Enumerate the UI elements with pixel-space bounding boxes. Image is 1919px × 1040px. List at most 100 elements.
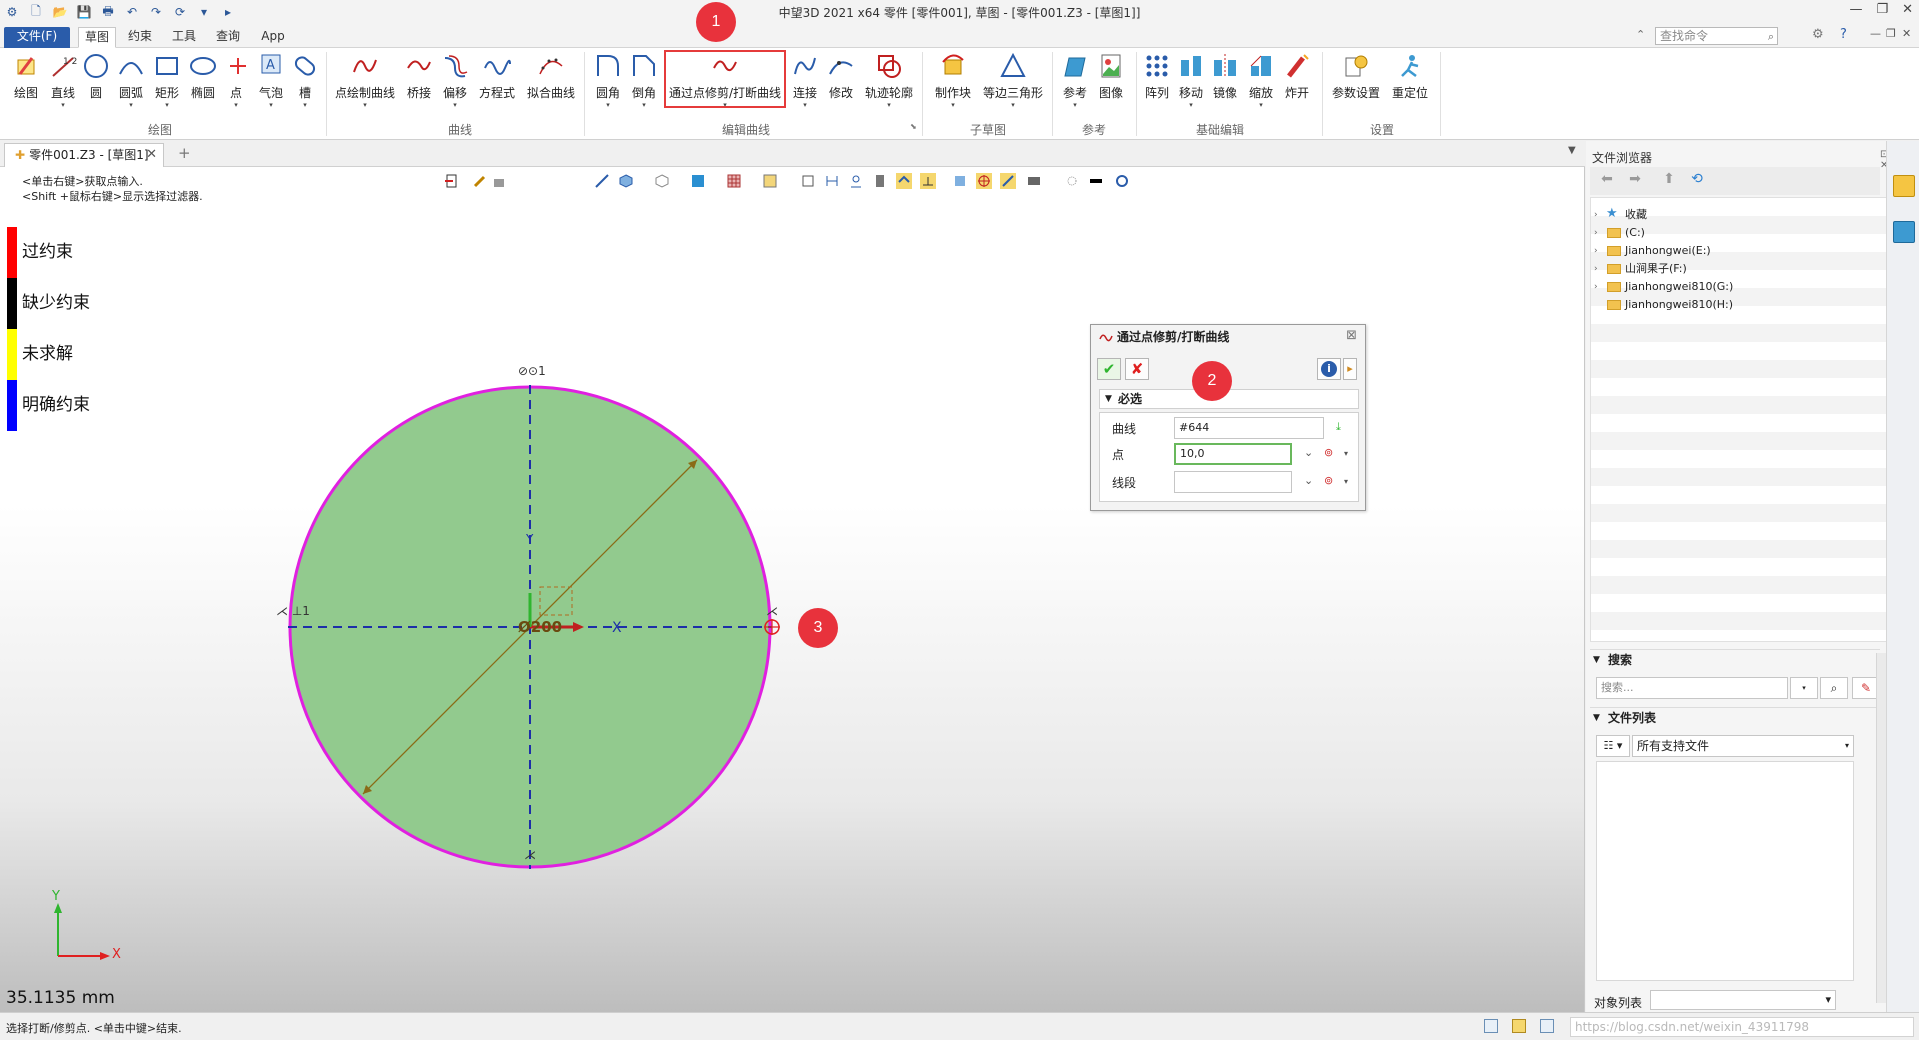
print-icon[interactable]: 🖶 [100, 4, 116, 20]
bridge-button[interactable]: 桥接 [404, 52, 434, 122]
file-search-input[interactable]: 搜索... [1596, 677, 1788, 699]
ok-button[interactable]: ✔ [1097, 358, 1121, 380]
cancel-button[interactable]: ✘ [1125, 358, 1149, 380]
up-arrow-icon[interactable]: ⬆ [1658, 171, 1680, 191]
file-browser-folder-icon[interactable] [1893, 175, 1915, 197]
mirror-button[interactable]: 镜像 [1210, 52, 1240, 122]
curve-pick-icon[interactable]: ⤓ [1336, 420, 1341, 434]
file-list[interactable] [1596, 761, 1854, 981]
dialog-help-icon[interactable]: ▸ [1343, 358, 1357, 380]
image-button[interactable]: 图像 [1096, 52, 1126, 122]
app-logo-icon[interactable]: ⚙ [4, 4, 20, 20]
equilateral-triangle-button[interactable]: 等边三角形 ▾ [980, 52, 1046, 122]
settings-gear-icon[interactable]: ⚙ [1812, 27, 1824, 42]
doc-close-icon[interactable]: ✕ [1902, 27, 1911, 40]
relocate-button[interactable]: 重定位 [1388, 52, 1432, 122]
info-button[interactable]: i [1317, 358, 1341, 380]
back-arrow-icon[interactable]: ⬅ [1596, 171, 1618, 191]
search-icon[interactable]: ⌕ [1820, 677, 1848, 699]
minimize-button[interactable]: — [1849, 2, 1862, 17]
trace-profile-button[interactable]: 轨迹轮廓 ▾ [862, 52, 916, 122]
segment-dropdown-icon[interactable]: ▾ [1344, 477, 1348, 486]
chamfer-button[interactable]: 倒角 ▾ [628, 52, 660, 122]
group-expander-icon[interactable]: ⬊ [910, 122, 917, 131]
collapse-ribbon-icon[interactable]: ⌃ [1636, 28, 1645, 41]
file-type-filter[interactable]: 所有支持文件 ▾ [1632, 735, 1854, 757]
command-search-input[interactable]: 查找命令 ⌕ [1655, 27, 1778, 45]
close-window-button[interactable]: ✕ [1902, 2, 1913, 17]
help-icon[interactable]: ? [1840, 27, 1847, 42]
equation-button[interactable]: 方程式 [476, 52, 518, 122]
explode-button[interactable]: 炸开 [1282, 52, 1312, 122]
tools-panel-icon[interactable] [1893, 221, 1915, 243]
segment-input[interactable] [1174, 471, 1292, 493]
parameter-settings-button[interactable]: 参数设置 [1330, 52, 1382, 122]
segment-pick-icon[interactable]: ⊚ [1324, 474, 1333, 487]
refresh-sync-icon[interactable]: ⟲ [1686, 171, 1708, 191]
file-list-section-header[interactable]: ▼ 文件列表 [1590, 707, 1880, 727]
tab-inquire[interactable]: 查询 [210, 27, 246, 48]
view-mode-icon[interactable]: ☷ ▾ [1596, 735, 1630, 757]
status-view-icon[interactable] [1484, 1019, 1498, 1033]
document-tab[interactable]: ✚ 零件001.Z3 - [草图1] ✕ [4, 143, 164, 167]
offset-button[interactable]: 偏移 ▾ [440, 52, 470, 122]
make-block-button[interactable]: 制作块 ▾ [930, 52, 976, 122]
tab-file[interactable]: 文件(F) [4, 27, 70, 48]
object-list-select[interactable]: ▾ [1650, 990, 1836, 1010]
rectangle-button[interactable]: 矩形 ▾ [152, 52, 182, 122]
tab-list-dropdown-icon[interactable]: ▼ [1568, 145, 1576, 156]
point-button[interactable]: 点 ▾ [224, 52, 248, 122]
open-folder-icon[interactable]: 📂 [52, 4, 68, 20]
dialog-close-icon[interactable]: ⊠ [1346, 328, 1357, 343]
search-section-header[interactable]: ▼ 搜索 [1590, 649, 1880, 669]
modify-button[interactable]: 修改 [826, 52, 856, 122]
ellipse-button[interactable]: 椭圆 [188, 52, 218, 122]
tab-constraint[interactable]: 约束 [122, 27, 158, 48]
sketch-canvas[interactable]: <单击右键>获取点输入. <Shift +鼠标右键>显示选择过滤器. 过约束 缺… [0, 167, 1585, 1012]
curve-input[interactable]: #644 [1174, 417, 1324, 439]
join-button[interactable]: 连接 ▾ [790, 52, 820, 122]
move-button[interactable]: 移动 ▾ [1176, 52, 1206, 122]
redo-icon[interactable]: ↷ [148, 4, 164, 20]
tab-tools[interactable]: 工具 [166, 27, 202, 48]
refresh-icon[interactable]: ⟳ [172, 4, 188, 20]
line-button[interactable]: 1 2 直线 ▾ [46, 52, 80, 122]
draw-button[interactable]: 绘图 [10, 52, 42, 122]
undo-icon[interactable]: ↶ [124, 4, 140, 20]
fit-curve-button[interactable]: 拟合曲线 [524, 52, 578, 122]
point-curve-button[interactable]: 点绘制曲线 ▾ [334, 52, 396, 122]
restore-button[interactable]: ❐ [1876, 2, 1888, 17]
doc-minimize-icon[interactable]: — [1870, 27, 1881, 40]
doc-restore-icon[interactable]: ❐ [1886, 27, 1896, 40]
scale-button[interactable]: 缩放 ▾ [1246, 52, 1276, 122]
balloon-button[interactable]: A 气泡 ▾ [256, 52, 286, 122]
arc-button[interactable]: 圆弧 ▾ [116, 52, 146, 122]
panel-scrollbar[interactable] [1876, 653, 1886, 1003]
circle-button[interactable]: 圆 [82, 52, 110, 122]
point-input[interactable]: 10,0 [1174, 443, 1292, 465]
close-tab-icon[interactable]: ✕ [146, 144, 157, 166]
customize-dropdown-icon[interactable]: ▾ [196, 4, 212, 20]
segment-expand-icon[interactable]: ⌄ [1304, 474, 1313, 487]
status-window-icon[interactable] [1540, 1019, 1554, 1033]
play-icon[interactable]: ▸ [220, 4, 236, 20]
new-file-icon[interactable]: 🗋 [28, 4, 44, 20]
reference-button[interactable]: 参考 ▾ [1060, 52, 1090, 122]
quick-access-toolbar: ⚙ 🗋 📂 💾 🖶 ↶ ↷ ⟳ ▾ ▸ [0, 0, 236, 24]
tab-sketch[interactable]: 草图 [78, 27, 116, 48]
tab-app[interactable]: App [256, 27, 290, 48]
slot-button[interactable]: 槽 ▾ [290, 52, 320, 122]
save-icon[interactable]: 💾 [76, 4, 92, 20]
fillet-button[interactable]: 圆角 ▾ [592, 52, 624, 122]
add-tab-button[interactable]: + [178, 144, 191, 162]
search-dropdown-icon[interactable]: ▾ [1790, 677, 1818, 699]
point-expand-icon[interactable]: ⌄ [1304, 446, 1313, 459]
status-display-icon[interactable] [1512, 1019, 1526, 1033]
pattern-button[interactable]: 阵列 [1142, 52, 1172, 122]
required-section-header[interactable]: ▼ 必选 [1099, 389, 1359, 409]
file-browser-title: 文件浏览器 [1592, 151, 1653, 165]
point-pick-icon[interactable]: ⊚ [1324, 446, 1333, 459]
point-dropdown-icon[interactable]: ▾ [1344, 449, 1348, 458]
sketch-geometry[interactable]: Ø200 X Y ⊘⊙1 ⋌ ⊥1 ⋌ ⋌ [0, 167, 1585, 1012]
forward-arrow-icon[interactable]: ➡ [1624, 171, 1646, 191]
